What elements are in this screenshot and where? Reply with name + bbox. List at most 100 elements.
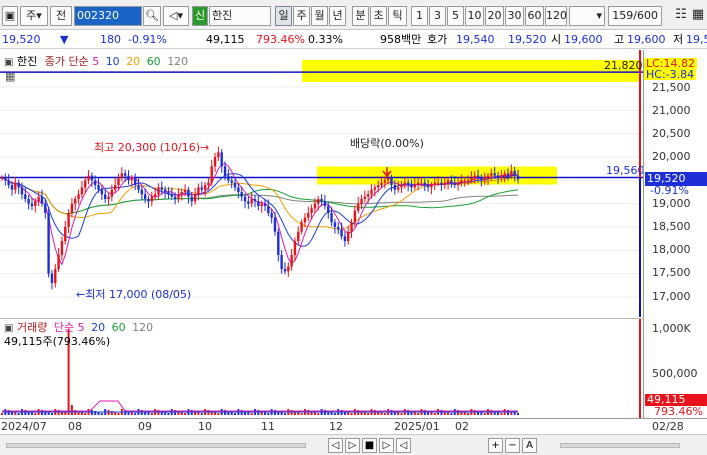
candle-body <box>70 203 74 213</box>
line-label-21820: 21,820 <box>604 59 643 72</box>
grid-toggle-icon[interactable]: ▦ <box>5 70 15 83</box>
vol-ma-5: 5 <box>77 321 85 334</box>
candle-body <box>54 269 57 283</box>
x-tick: 09 <box>138 420 152 433</box>
candle-body <box>30 203 34 206</box>
highlight-box <box>317 166 557 185</box>
window-icon[interactable]: ▣ <box>2 6 18 26</box>
chart-scrollbar[interactable] <box>6 443 306 448</box>
price-change-pct: -0.91% <box>128 33 167 46</box>
period-tab-second[interactable]: 초 <box>370 6 387 26</box>
candle-body <box>297 231 300 241</box>
period-tab-tick[interactable]: 틱 <box>388 6 407 26</box>
grid-chart-icon[interactable]: ▦ <box>690 6 706 26</box>
minute-step-30[interactable]: 30 <box>505 6 524 26</box>
custom-step-dropdown[interactable]: ▾ <box>569 6 605 26</box>
scroll-left-icon[interactable]: ◁ <box>328 438 343 453</box>
x-tick: 02 <box>455 420 469 433</box>
candle-body <box>183 189 187 192</box>
candle-body <box>20 187 24 195</box>
candle-body <box>47 213 50 274</box>
period-tab-day[interactable]: 일 <box>275 6 292 26</box>
candle-body <box>167 192 170 195</box>
x-axis: 2024/07 08 09 10 11 12 2025/01 02 02/28 <box>0 418 707 434</box>
period-tab-label: 년 <box>332 9 343 22</box>
candle-body <box>287 266 290 272</box>
candle-body <box>396 187 400 190</box>
zoom-out-icon[interactable]: − <box>505 438 520 453</box>
search-icon[interactable]: 🔍︎ <box>143 6 161 26</box>
price-chart-pane[interactable]: ▣ 한진 종가 단순 5 10 20 60 120 ▦ 최고 20,300 (1… <box>0 50 645 317</box>
candle-body <box>456 182 460 185</box>
candle-body <box>170 194 173 197</box>
period-tab-year[interactable]: 년 <box>329 6 346 26</box>
candle-body <box>94 180 97 185</box>
volume-ma-indicator[interactable]: 단순 <box>54 321 74 334</box>
candle-body <box>110 189 114 197</box>
vol-tick: 1,000K <box>652 322 691 335</box>
candle-body <box>237 187 240 192</box>
minute-step-1[interactable]: 1 <box>411 6 428 26</box>
candle-body <box>267 206 270 213</box>
dividend-annotation: 배당락(0.00%) <box>350 137 424 150</box>
candle-body <box>347 231 350 241</box>
period-tab-label: 일 <box>278 9 289 22</box>
volume-bar <box>333 413 336 415</box>
scroll-right-icon[interactable]: ▷ <box>345 438 360 453</box>
back-icon[interactable]: ◁ <box>396 438 411 453</box>
ma-indicator-label[interactable]: 종가 단순 <box>45 55 89 68</box>
period-select[interactable]: 주▾ <box>20 6 48 26</box>
volume-legend: ▣ 거래량 단순 5 20 60 120 <box>4 321 153 335</box>
candle-body <box>200 187 203 190</box>
pane-handle-icon[interactable]: ▣ <box>4 323 13 334</box>
candle-body <box>10 185 14 190</box>
volume-bar <box>1 413 3 415</box>
candle-body <box>363 196 367 199</box>
candle-body <box>323 201 327 206</box>
stock-name-field[interactable]: 한진 <box>209 6 271 26</box>
y-tick: 18,500 <box>652 220 691 233</box>
count-input[interactable]: 159/600 <box>608 6 662 26</box>
candle-body <box>197 187 200 195</box>
stop-icon[interactable]: ■ <box>362 438 377 453</box>
y-axis[interactable]: LC:14.82 HC:-3.84 21,500 21,000 20,500 2… <box>643 50 707 418</box>
candle-body <box>486 175 490 178</box>
candle-body <box>233 182 237 188</box>
volume-bar <box>200 413 203 415</box>
candle-body <box>423 182 426 185</box>
minute-step-120[interactable]: 120 <box>545 6 567 26</box>
volume-chart-pane[interactable]: ▣ 거래량 단순 5 20 60 120 49,115주(793.46%) <box>0 318 643 418</box>
candle-body <box>513 171 516 176</box>
minute-step-label: 60 <box>527 9 542 22</box>
minute-step-10[interactable]: 10 <box>465 6 484 26</box>
candle-body <box>263 203 267 206</box>
new-badge[interactable]: 신 <box>192 6 208 26</box>
candle-body <box>243 196 247 202</box>
speaker-icon[interactable]: ◁▾ <box>163 6 189 26</box>
crosshair-chart-icon[interactable]: ☷ <box>673 6 689 26</box>
minute-step-5[interactable]: 5 <box>447 6 464 26</box>
compare-button[interactable]: 전 <box>50 6 72 26</box>
period-tab-month[interactable]: 월 <box>311 6 328 26</box>
pane-handle-icon[interactable]: ▣ <box>4 57 13 68</box>
candle-body <box>173 196 177 199</box>
period-tab-week[interactable]: 주 <box>293 6 310 26</box>
candle-body <box>450 180 453 183</box>
candle-body <box>406 182 410 185</box>
play-icon[interactable]: ▷ <box>379 438 394 453</box>
candle-body <box>223 166 227 176</box>
candle-body <box>283 269 287 272</box>
minute-step-3[interactable]: 3 <box>429 6 446 26</box>
period-tab-minute[interactable]: 분 <box>352 6 369 26</box>
ma-period-20: 20 <box>126 55 141 68</box>
stock-code-value: 002320 <box>77 9 119 22</box>
stock-code-input[interactable]: 002320 <box>74 6 142 26</box>
candle-body <box>473 175 476 178</box>
line-label-19560: 19,560 <box>606 164 645 177</box>
minute-step-20[interactable]: 20 <box>485 6 504 26</box>
candle-body <box>123 173 127 176</box>
minute-step-60[interactable]: 60 <box>525 6 544 26</box>
zoom-slider[interactable] <box>560 443 680 448</box>
zoom-in-icon[interactable]: + <box>488 438 503 453</box>
auto-scale-icon[interactable]: A <box>522 438 537 453</box>
